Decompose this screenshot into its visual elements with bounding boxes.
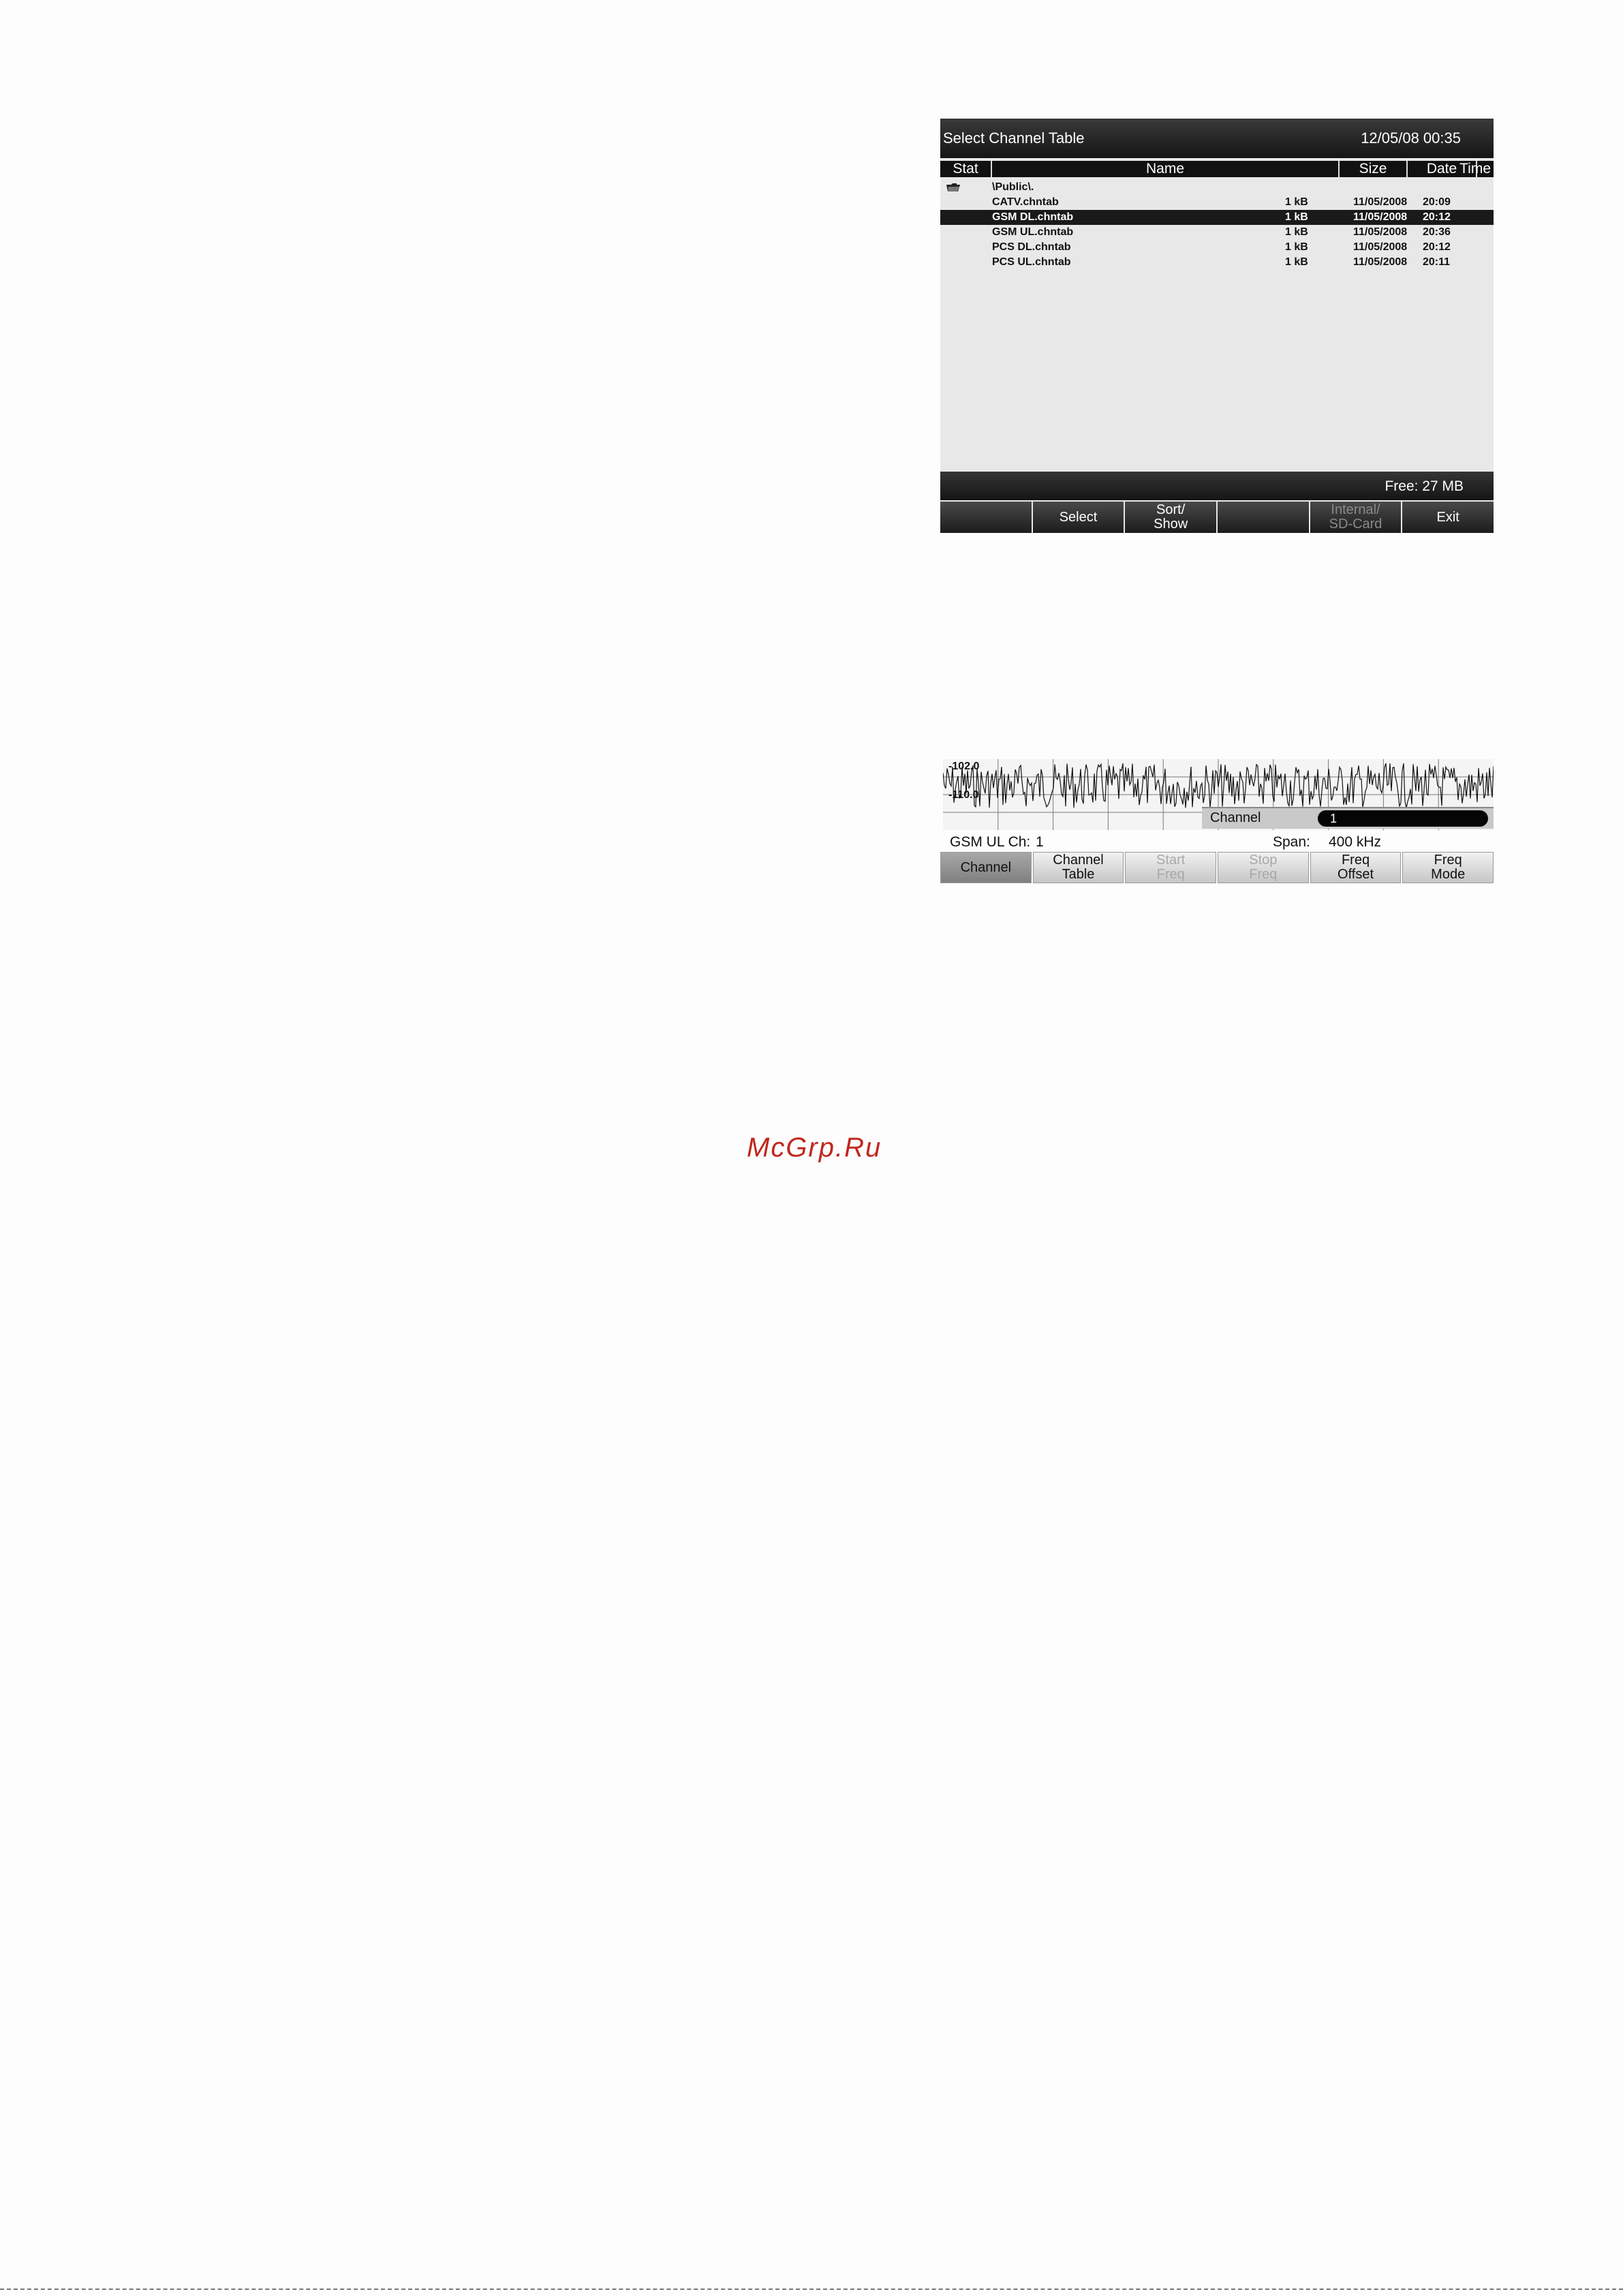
stop-freq-button[interactable]: Stop Freq xyxy=(1218,852,1309,883)
column-header-stat[interactable]: Stat xyxy=(940,161,992,177)
channel-button-label: Channel xyxy=(960,859,1012,875)
start-freq-label-2: Freq xyxy=(1156,867,1185,882)
channel-input[interactable]: 1 xyxy=(1318,810,1488,827)
dialog-datetime: 12/05/08 00:35 xyxy=(1361,129,1461,147)
freq-mode-label-1: Freq xyxy=(1434,853,1462,868)
folder-row[interactable]: \Public\. xyxy=(940,180,1494,195)
file-size: 1 kB xyxy=(1285,211,1308,223)
column-header-name[interactable]: Name xyxy=(992,161,1340,177)
freq-offset-label-1: Freq xyxy=(1341,853,1370,868)
file-name: PCS UL.chntab xyxy=(992,256,1071,268)
dialog-title-bar: Select Channel Table 12/05/08 00:35 xyxy=(940,119,1494,158)
file-size: 1 kB xyxy=(1285,196,1308,208)
file-time: 20:36 xyxy=(1423,226,1451,238)
file-size: 1 kB xyxy=(1285,241,1308,253)
sort-show-label-1: Sort/ xyxy=(1156,502,1186,517)
folder-icon xyxy=(946,183,960,192)
file-table-header: Stat Name Size Date Time xyxy=(940,161,1494,177)
span-value: 400 kHz xyxy=(1329,834,1382,850)
start-freq-button[interactable]: Start Freq xyxy=(1125,852,1217,883)
page-divider xyxy=(0,2289,1623,2291)
file-name: PCS DL.chntab xyxy=(992,241,1071,253)
file-date: 11/05/2008 xyxy=(1353,256,1408,268)
column-header-size[interactable]: Size xyxy=(1340,161,1408,177)
softkey-4[interactable] xyxy=(1218,502,1309,533)
file-date: 11/05/2008 xyxy=(1353,196,1408,208)
file-date: 11/05/2008 xyxy=(1353,226,1408,238)
file-time: 20:09 xyxy=(1423,196,1451,208)
file-time: 20:12 xyxy=(1423,241,1451,253)
watermark: McGrp.Ru xyxy=(747,1133,882,1163)
internal-sdcard-label-2: SD-Card xyxy=(1329,517,1382,532)
frequency-softkey-bar: Channel Channel Table Start Freq Stop Fr… xyxy=(940,852,1494,883)
freq-mode-button[interactable]: Freq Mode xyxy=(1402,852,1494,883)
channel-button[interactable]: Channel xyxy=(940,852,1032,883)
folder-path: \Public\. xyxy=(992,181,1034,193)
reference-level-top: -102.0 xyxy=(948,761,980,772)
channel-info-value: 1 xyxy=(1036,834,1044,850)
channel-view: -102.0 -110.0 Channel 1 GSM UL Ch: 1 Spa… xyxy=(940,759,1494,885)
channel-input-value: 1 xyxy=(1330,812,1338,825)
channel-table-label-1: Channel xyxy=(1053,853,1104,868)
channel-info-label: GSM UL Ch: xyxy=(950,834,1031,850)
file-size: 1 kB xyxy=(1285,256,1308,268)
reference-level-bottom: -110.0 xyxy=(948,789,979,801)
softkey-bar: Select Sort/ Show Internal/ SD-Card Exit xyxy=(940,502,1494,533)
freq-offset-button[interactable]: Freq Offset xyxy=(1310,852,1402,883)
file-row[interactable]: PCS UL.chntab 1 kB 11/05/2008 20:11 xyxy=(940,255,1494,270)
free-space: Free: 27 MB xyxy=(1385,478,1464,494)
channel-entry-box: Channel 1 xyxy=(1202,807,1494,829)
info-bar: GSM UL Ch: 1 Span: 400 kHz xyxy=(940,833,1494,852)
file-row[interactable]: GSM DL.chntab 1 kB 11/05/2008 20:12 xyxy=(940,210,1494,225)
freq-mode-label-2: Mode xyxy=(1431,867,1466,882)
dialog-title: Select Channel Table xyxy=(943,129,1085,147)
file-time: 20:11 xyxy=(1423,256,1451,268)
status-bar: Free: 27 MB xyxy=(940,472,1494,500)
channel-table-button[interactable]: Channel Table xyxy=(1032,852,1124,883)
file-name: CATV.chntab xyxy=(992,196,1059,208)
file-date: 11/05/2008 xyxy=(1353,241,1408,253)
file-row[interactable]: PCS DL.chntab 1 kB 11/05/2008 20:12 xyxy=(940,240,1494,255)
file-row[interactable]: GSM UL.chntab 1 kB 11/05/2008 20:36 xyxy=(940,225,1494,240)
select-channel-table-dialog: Select Channel Table 12/05/08 00:35 Stat… xyxy=(940,119,1494,533)
file-date: 11/05/2008 xyxy=(1353,211,1408,223)
stop-freq-label-2: Freq xyxy=(1249,867,1278,882)
spectrum-trace-area: -102.0 -110.0 Channel 1 xyxy=(943,759,1494,830)
channel-input-label: Channel xyxy=(1210,810,1261,825)
column-header-time-label: Time xyxy=(1459,161,1491,177)
stop-freq-label-1: Stop xyxy=(1249,853,1278,868)
span-label: Span: xyxy=(1273,834,1310,850)
sort-show-button[interactable]: Sort/ Show xyxy=(1125,502,1217,533)
file-time: 20:12 xyxy=(1423,211,1451,223)
exit-label: Exit xyxy=(1436,509,1459,525)
internal-sdcard-button[interactable]: Internal/ SD-Card xyxy=(1310,502,1402,533)
file-row[interactable]: CATV.chntab 1 kB 11/05/2008 20:09 xyxy=(940,195,1494,210)
file-name: GSM DL.chntab xyxy=(992,211,1074,223)
start-freq-label-1: Start xyxy=(1156,853,1186,868)
internal-sdcard-label-1: Internal/ xyxy=(1331,502,1380,517)
file-name: GSM UL.chntab xyxy=(992,226,1074,238)
softkey-1[interactable] xyxy=(940,502,1032,533)
file-size: 1 kB xyxy=(1285,226,1308,238)
select-label: Select xyxy=(1059,509,1098,525)
exit-button[interactable]: Exit xyxy=(1402,502,1494,533)
freq-offset-label-2: Offset xyxy=(1338,867,1374,882)
file-list: \Public\. CATV.chntab 1 kB 11/05/2008 20… xyxy=(940,180,1494,270)
select-button[interactable]: Select xyxy=(1032,502,1124,533)
column-header-time[interactable]: Time xyxy=(1459,161,1494,177)
sort-show-label-2: Show xyxy=(1154,517,1188,532)
channel-table-label-2: Table xyxy=(1062,867,1095,882)
